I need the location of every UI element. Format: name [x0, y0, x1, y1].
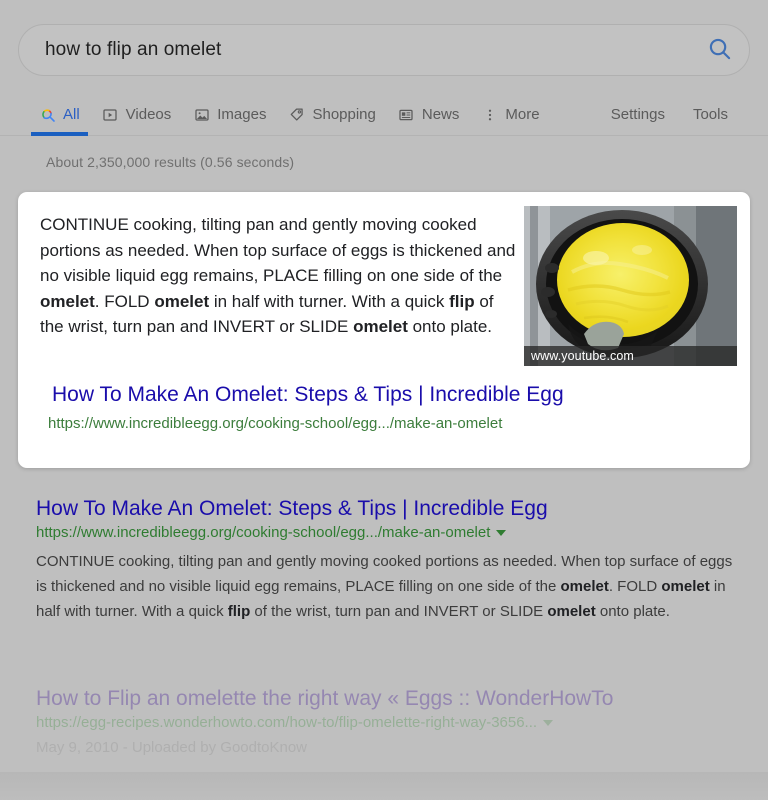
featured-snippet-url: https://www.incredibleegg.org/cooking-sc… [48, 415, 503, 432]
google-search-colored-icon [39, 106, 56, 123]
result-title-link[interactable]: How To Make An Omelet: Steps & Tips | In… [36, 495, 736, 522]
tab-videos[interactable]: Videos [91, 94, 183, 135]
featured-snippet-title-link[interactable]: How To Make An Omelet: Steps & Tips | In… [52, 382, 564, 408]
tab-shopping[interactable]: Shopping [277, 94, 386, 135]
tools-group: Settings Tools [597, 94, 768, 135]
result-dropdown-caret-icon[interactable] [543, 720, 554, 726]
bottom-fade-overlay [0, 772, 768, 800]
newspaper-icon [398, 106, 415, 123]
thumbnail-source-caption: www.youtube.com [524, 346, 737, 366]
result-url-row: https://egg-recipes.wonderhowto.com/how-… [36, 712, 736, 734]
result-description: CONTINUE cooking, tilting pan and gently… [36, 553, 733, 620]
tools-button[interactable]: Tools [679, 94, 742, 135]
search-icon [707, 36, 733, 65]
tab-all[interactable]: All [28, 94, 91, 136]
search-result-1: How To Make An Omelet: Steps & Tips | In… [36, 495, 736, 624]
result-url-row: https://www.incredibleegg.org/cooking-sc… [36, 522, 736, 544]
result-title-link[interactable]: How to Flip an omelette the right way « … [36, 685, 736, 712]
search-submit-button[interactable] [691, 25, 749, 75]
result-url-text: https://egg-recipes.wonderhowto.com/how-… [36, 714, 538, 731]
tab-all-label: All [63, 106, 80, 123]
tab-videos-label: Videos [125, 106, 172, 123]
tab-images-label: Images [217, 106, 267, 123]
price-tag-icon [288, 106, 305, 123]
tab-more-label: More [505, 106, 540, 123]
featured-snippet-text: CONTINUE cooking, tilting pan and gently… [40, 215, 516, 336]
result-stats: About 2,350,000 results (0.56 seconds) [46, 154, 295, 170]
tab-news-label: News [421, 106, 460, 123]
search-input[interactable] [19, 39, 691, 61]
tab-more[interactable]: More [470, 94, 550, 135]
featured-snippet-card[interactable]: CONTINUE cooking, tilting pan and gently… [18, 192, 750, 468]
featured-snippet-thumbnail[interactable]: www.youtube.com [524, 206, 737, 366]
search-tab-bar: All Videos Images Shopping News More Set… [0, 94, 768, 136]
tab-images[interactable]: Images [182, 94, 277, 135]
vertical-dots-icon [481, 106, 498, 123]
result-meta-text: May 9, 2010 - Uploaded by GoodtoKnow [36, 739, 308, 756]
tab-news[interactable]: News [387, 94, 471, 135]
tab-shopping-label: Shopping [312, 106, 376, 123]
result-url-text: https://www.incredibleegg.org/cooking-sc… [36, 524, 491, 541]
image-icon [193, 106, 210, 123]
search-bar[interactable] [18, 24, 750, 76]
video-play-icon [102, 106, 119, 123]
search-result-2: How to Flip an omelette the right way « … [36, 685, 736, 760]
result-dropdown-caret-icon[interactable] [496, 530, 507, 536]
settings-button[interactable]: Settings [597, 94, 679, 135]
